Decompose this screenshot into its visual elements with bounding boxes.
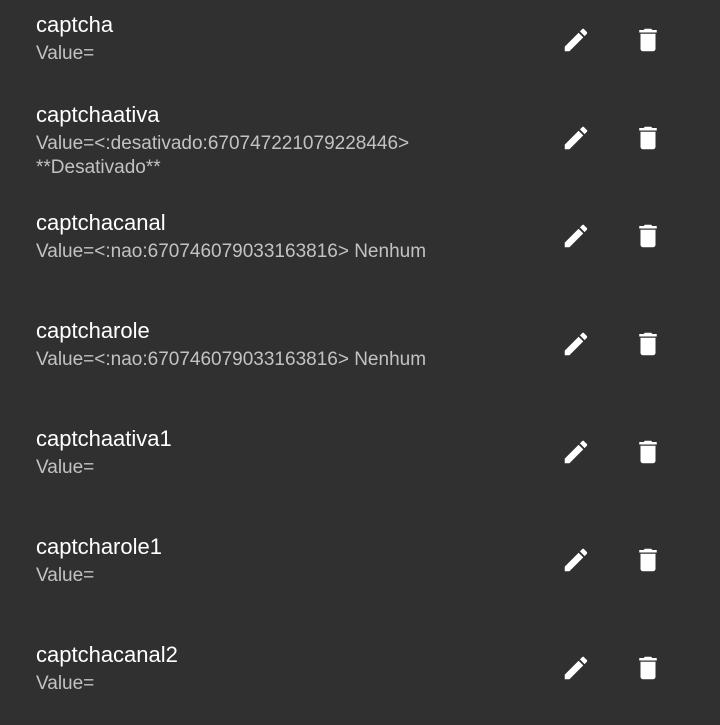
edit-button[interactable]	[556, 324, 596, 364]
pencil-icon	[564, 548, 588, 572]
trash-icon	[639, 332, 657, 356]
item-name: captcharole1	[36, 534, 162, 559]
item-value: Value=	[36, 565, 95, 586]
trash-icon	[639, 28, 657, 52]
delete-button[interactable]	[628, 540, 668, 580]
delete-button[interactable]	[628, 648, 668, 688]
pencil-icon	[564, 126, 588, 150]
item-value: Value=	[36, 673, 95, 694]
item-name: captchacanal	[36, 210, 166, 235]
trash-icon	[639, 440, 657, 464]
item-name: captcha	[36, 12, 114, 37]
edit-button[interactable]	[556, 540, 596, 580]
item-name: captchaativa	[36, 102, 160, 127]
delete-button[interactable]	[628, 324, 668, 364]
item-value: Value=	[36, 457, 95, 478]
delete-button[interactable]	[628, 216, 668, 256]
item-value: Value=<:nao:670746079033163816> Nenhum	[36, 349, 427, 370]
item-value: Value=	[36, 43, 95, 64]
trash-icon	[639, 656, 657, 680]
edit-button[interactable]	[556, 432, 596, 472]
item-value: Value=<:nao:670746079033163816> Nenhum	[36, 241, 427, 262]
trash-icon	[639, 126, 657, 150]
edit-button[interactable]	[556, 648, 596, 688]
delete-button[interactable]	[628, 118, 668, 158]
edit-button[interactable]	[556, 216, 596, 256]
pencil-icon	[564, 440, 588, 464]
item-name: captchacanal2	[36, 642, 178, 667]
item-value: Value=<:desativado:670747221079228446> *…	[36, 133, 410, 178]
delete-button[interactable]	[628, 432, 668, 472]
edit-button[interactable]	[556, 118, 596, 158]
trash-icon	[639, 224, 657, 248]
trash-icon	[639, 548, 657, 572]
item-name: captchaativa1	[36, 426, 172, 451]
pencil-icon	[564, 224, 588, 248]
pencil-icon	[564, 28, 588, 52]
pencil-icon	[564, 656, 588, 680]
pencil-icon	[564, 332, 588, 356]
item-name: captcharole	[36, 318, 150, 343]
edit-button[interactable]	[556, 20, 596, 60]
delete-button[interactable]	[628, 20, 668, 60]
